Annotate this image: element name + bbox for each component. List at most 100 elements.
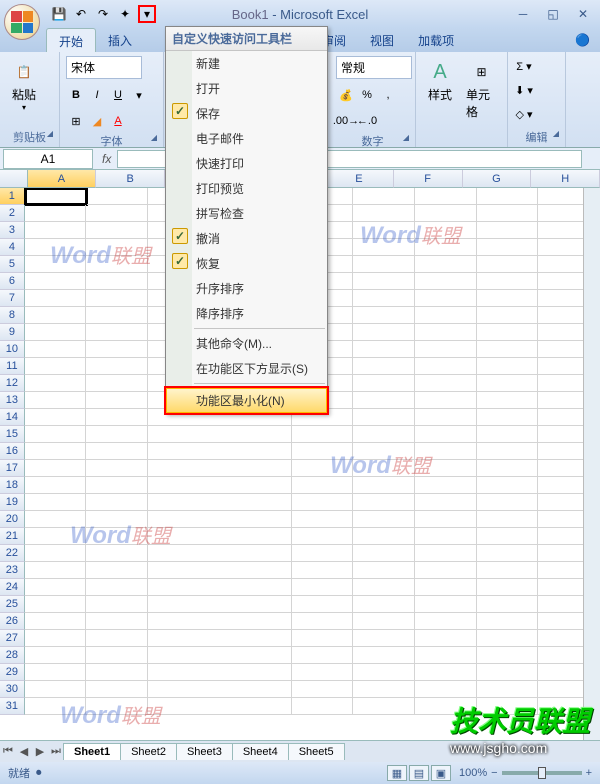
zoom-level[interactable]: 100% [459, 767, 487, 779]
normal-view-button[interactable]: ▦ [387, 765, 407, 781]
menu-item[interactable]: 打开 [166, 76, 327, 101]
menu-item[interactable]: 撤消 [166, 226, 327, 251]
cell[interactable] [477, 307, 539, 324]
cell[interactable] [415, 358, 477, 375]
cell[interactable] [415, 528, 477, 545]
menu-item[interactable]: 打印预览 [166, 176, 327, 201]
cell[interactable] [415, 409, 477, 426]
cell[interactable] [353, 511, 415, 528]
cell[interactable] [148, 613, 291, 630]
cell[interactable] [86, 664, 148, 681]
cell[interactable] [477, 375, 539, 392]
menu-item[interactable]: 保存 [166, 101, 327, 126]
cell[interactable] [25, 494, 87, 511]
cell[interactable] [477, 664, 539, 681]
qat-customize-dropdown[interactable]: ▾ [138, 5, 156, 23]
cell[interactable] [415, 443, 477, 460]
cell[interactable] [25, 511, 87, 528]
row-header[interactable]: 31 [0, 698, 25, 715]
cell[interactable] [148, 664, 291, 681]
cell[interactable] [353, 443, 415, 460]
cell[interactable] [25, 409, 87, 426]
cell[interactable] [415, 307, 477, 324]
cell[interactable] [148, 647, 291, 664]
cell[interactable] [415, 290, 477, 307]
cell[interactable] [353, 494, 415, 511]
cell[interactable] [415, 222, 477, 239]
cell[interactable] [292, 681, 354, 698]
menu-minimize-ribbon[interactable]: 功能区最小化(N) [166, 388, 327, 413]
col-header[interactable]: F [394, 170, 463, 188]
vertical-scrollbar[interactable] [583, 188, 600, 740]
cell[interactable] [353, 596, 415, 613]
row-header[interactable]: 7 [0, 290, 25, 307]
clear-button[interactable]: ◇ ▾ [514, 104, 534, 124]
cell[interactable] [292, 613, 354, 630]
row-header[interactable]: 25 [0, 596, 25, 613]
restore-button[interactable]: ◱ [542, 7, 564, 21]
cell[interactable] [415, 426, 477, 443]
decrease-decimal-button[interactable]: ←.0 [357, 111, 377, 131]
cell[interactable] [86, 477, 148, 494]
row-header[interactable]: 8 [0, 307, 25, 324]
cell[interactable] [415, 460, 477, 477]
cell[interactable] [25, 375, 87, 392]
cell[interactable] [353, 630, 415, 647]
cell[interactable] [477, 528, 539, 545]
tab-insert[interactable]: 插入 [96, 28, 144, 52]
cell[interactable] [86, 409, 148, 426]
cell[interactable] [353, 613, 415, 630]
menu-show-below[interactable]: 在功能区下方显示(S) [166, 356, 327, 381]
cell[interactable] [86, 647, 148, 664]
row-header[interactable]: 18 [0, 477, 25, 494]
font-color-button[interactable]: A [108, 111, 128, 131]
cell[interactable] [415, 392, 477, 409]
cell[interactable] [415, 494, 477, 511]
help-icon[interactable]: 🔵 [575, 28, 590, 52]
row-header[interactable]: 9 [0, 324, 25, 341]
menu-item[interactable]: 降序排序 [166, 301, 327, 326]
comma-button[interactable]: , [378, 85, 398, 105]
cell[interactable] [477, 647, 539, 664]
zoom-in-button[interactable]: + [586, 767, 592, 779]
row-header[interactable]: 15 [0, 426, 25, 443]
sheet-tab[interactable]: Sheet3 [176, 743, 233, 760]
sheet-tab[interactable]: Sheet1 [63, 743, 121, 760]
cell[interactable] [86, 613, 148, 630]
cell[interactable] [25, 324, 87, 341]
cell[interactable] [148, 596, 291, 613]
cell[interactable] [292, 647, 354, 664]
sheet-tab[interactable]: Sheet2 [120, 743, 177, 760]
autosum-button[interactable]: Σ ▾ [514, 56, 534, 76]
cell[interactable] [353, 579, 415, 596]
row-header[interactable]: 29 [0, 664, 25, 681]
row-header[interactable]: 21 [0, 528, 25, 545]
cell[interactable] [477, 681, 539, 698]
cell[interactable] [25, 579, 87, 596]
cell[interactable] [477, 511, 539, 528]
save-icon[interactable]: 💾 [50, 5, 68, 23]
cell[interactable] [415, 647, 477, 664]
cell[interactable] [477, 562, 539, 579]
bold-button[interactable]: B [66, 85, 86, 105]
cell[interactable] [86, 443, 148, 460]
cells-button[interactable]: ⊞ 单元格 [462, 56, 501, 122]
cell[interactable] [415, 324, 477, 341]
cell[interactable] [25, 613, 87, 630]
cell[interactable] [86, 290, 148, 307]
cell[interactable] [477, 341, 539, 358]
cell[interactable] [353, 239, 415, 256]
cell[interactable] [353, 392, 415, 409]
cell[interactable] [353, 341, 415, 358]
cell[interactable] [86, 681, 148, 698]
cell[interactable] [25, 647, 87, 664]
cell[interactable] [477, 239, 539, 256]
cell[interactable] [25, 205, 87, 222]
cell[interactable] [292, 698, 354, 715]
cell[interactable] [86, 494, 148, 511]
menu-item[interactable]: 新建 [166, 51, 327, 76]
cell[interactable] [353, 307, 415, 324]
menu-item[interactable]: 恢复 [166, 251, 327, 276]
cell[interactable] [86, 698, 148, 715]
page-layout-view-button[interactable]: ▤ [409, 765, 429, 781]
